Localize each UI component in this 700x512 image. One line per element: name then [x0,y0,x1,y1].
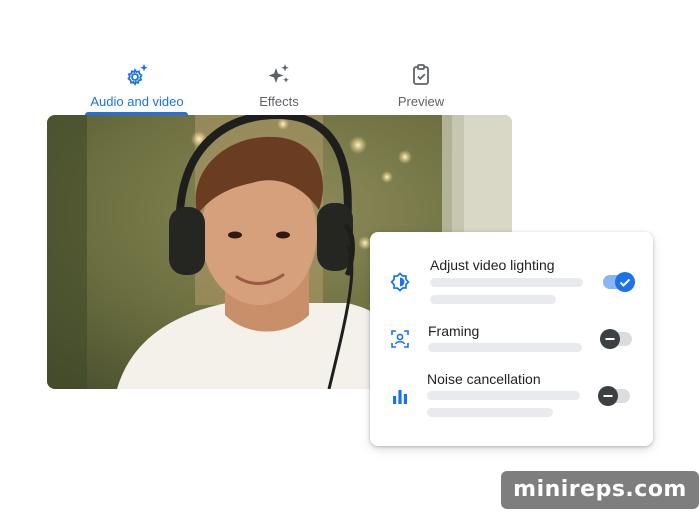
minus-icon [603,395,613,397]
effects-settings-card: Adjust video lighting Framing Noise canc… [370,232,653,446]
noise-cancellation-toggle[interactable] [598,386,630,406]
setting-title: Framing [428,323,480,339]
brightness-auto-icon [390,272,410,292]
description-placeholder-line [427,408,553,417]
description-placeholder-line [430,278,583,287]
tab-effects[interactable]: Effects [219,62,339,109]
tab-label: Preview [397,94,445,109]
clipboard-check-icon [413,64,429,85]
sparkle-icon [268,64,289,83]
toggle-knob [600,329,620,349]
audio-bars-icon [393,390,407,404]
tab-label: Audio and video [90,94,184,109]
tab-label: Effects [259,94,299,109]
adjust-video-lighting-toggle[interactable] [603,272,635,292]
toggle-knob [598,386,618,406]
audio-video-settings-icon [127,64,148,86]
framing-person-icon [391,330,409,348]
description-placeholder-line [428,343,582,352]
framing-toggle[interactable] [600,329,632,349]
tab-audio-and-video[interactable]: Audio and video [77,62,197,109]
tab-preview[interactable]: Preview [361,62,481,109]
minus-icon [605,338,615,340]
toggle-knob [615,272,635,292]
description-placeholder-line [430,295,556,304]
setting-title: Adjust video lighting [430,257,555,273]
check-icon [619,278,631,287]
setting-title: Noise cancellation [427,371,541,387]
description-placeholder-line [427,391,580,400]
watermark: minireps.com [501,471,699,509]
